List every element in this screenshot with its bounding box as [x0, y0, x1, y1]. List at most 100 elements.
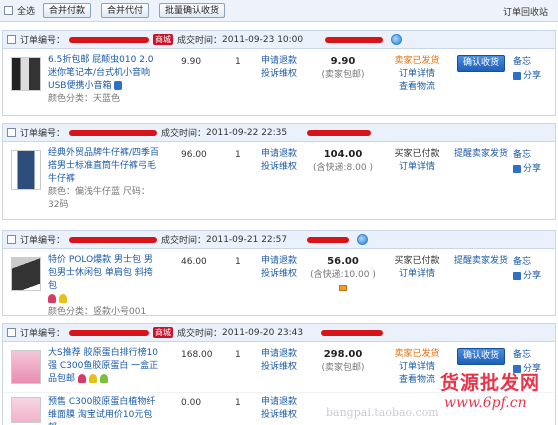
- order-detail-link[interactable]: 订单详情: [387, 361, 447, 374]
- batch-confirm-button[interactable]: 批量确认收货: [159, 3, 226, 18]
- deal-time-label: 成交时间：: [161, 236, 207, 246]
- mall-badge: 商城: [153, 34, 174, 45]
- deal-time: 2011-09-23 10:00: [222, 34, 304, 45]
- order-detail-link[interactable]: 订单详情: [387, 161, 447, 174]
- redaction-mark: [307, 236, 350, 243]
- merge-proxy-pay-button[interactable]: 合并代付: [101, 3, 150, 18]
- deal-time-label: 成交时间：: [161, 129, 207, 139]
- order-checkbox[interactable]: [7, 328, 16, 337]
- shipping-note: (卖家包邮): [321, 70, 365, 80]
- product-thumbnail[interactable]: [11, 397, 41, 423]
- order-no-label: 订单编号：: [20, 36, 66, 46]
- order-card: 订单编号： 商城 成交时间： 2011-09-23 10:00 6.5折包邮 屁…: [2, 30, 556, 116]
- share-link[interactable]: 分享: [513, 69, 541, 83]
- order-total: 298.00: [323, 349, 363, 360]
- order-checkbox[interactable]: [7, 35, 16, 44]
- complain-link[interactable]: 投诉维权: [261, 409, 297, 422]
- order-detail-link[interactable]: 订单详情: [387, 68, 447, 81]
- rating-icon: [99, 374, 108, 383]
- order-header: 订单编号： 商城 成交时间： 2011-09-23 10:00: [3, 31, 555, 49]
- remind-ship-link[interactable]: 提醒卖家发货: [454, 256, 508, 266]
- share-icon: [513, 364, 521, 373]
- order-no-label: 订单编号：: [20, 329, 66, 339]
- wangwang-chat-icon[interactable]: [391, 34, 403, 45]
- order-card: 订单编号： 成交时间： 2011-09-22 22:35 经典外贸品牌牛仔裤/四…: [2, 123, 556, 220]
- remind-ship-link[interactable]: 提醒卖家发货: [454, 149, 508, 159]
- order-total: 56.00: [327, 256, 359, 267]
- unit-price: 46.00: [181, 257, 207, 267]
- complain-link[interactable]: 投诉维权: [261, 161, 297, 174]
- complain-link[interactable]: 投诉维权: [261, 68, 297, 81]
- confirm-receipt-button[interactable]: 确认收货: [456, 348, 505, 365]
- order-item: 预售 C300胶原蛋白植物纤维面膜 淘宝试用价10元包邮 0.00 1 申请退款…: [3, 392, 555, 425]
- memo-link[interactable]: 备忘: [513, 55, 541, 69]
- view-logistics-link[interactable]: 查看物流: [387, 81, 447, 94]
- product-attr: 颜色：偏浅牛仔蓝 尺码：32码: [48, 187, 150, 210]
- redaction-mark: [69, 329, 150, 336]
- redaction-mark: [307, 129, 372, 136]
- order-card: 订单编号： 成交时间： 2011-09-21 22:57 特价 POLO爆款 男…: [2, 230, 556, 317]
- redaction-mark: [69, 36, 150, 43]
- select-all-checkbox[interactable]: [4, 6, 13, 15]
- confirm-receipt-button[interactable]: 确认收货: [456, 55, 505, 72]
- product-thumbnail[interactable]: [11, 350, 41, 384]
- deal-time-label: 成交时间：: [177, 36, 223, 46]
- product-title-link[interactable]: 特价 POLO爆款 男士包 男包男士休闲包 单肩包 斜挎包: [48, 255, 153, 291]
- mall-badge: 商城: [153, 327, 174, 338]
- unit-price: 0.00: [181, 398, 202, 408]
- memo-link[interactable]: 备忘: [513, 255, 541, 269]
- recycle-bin-link[interactable]: 订单回收站: [503, 5, 548, 18]
- refund-link[interactable]: 申请退款: [261, 255, 297, 268]
- share-icon: [513, 164, 521, 173]
- rating-icon: [59, 294, 67, 303]
- order-checkbox[interactable]: [7, 235, 16, 244]
- complain-link[interactable]: 投诉维权: [261, 268, 297, 281]
- share-icon: [513, 271, 521, 280]
- share-link[interactable]: 分享: [513, 269, 541, 283]
- share-link[interactable]: 分享: [513, 162, 541, 176]
- deal-time: 2011-09-20 23:43: [222, 327, 304, 338]
- refund-link[interactable]: 申请退款: [261, 55, 297, 68]
- quantity: 1: [235, 57, 241, 67]
- order-toolbar: 全选 合并付款 合并代付 批量确认收货 订单回收站: [0, 0, 558, 22]
- order-total: 9.90: [330, 56, 356, 67]
- order-header: 订单编号： 成交时间： 2011-09-21 22:57: [3, 231, 555, 249]
- redaction-mark: [69, 236, 158, 243]
- rating-icon: [77, 374, 86, 383]
- payment-card-icon: [339, 284, 347, 291]
- deal-time: 2011-09-22 22:35: [206, 127, 288, 138]
- product-thumbnail[interactable]: [11, 57, 41, 91]
- redaction-mark: [69, 129, 158, 136]
- order-detail-link[interactable]: 订单详情: [387, 268, 447, 281]
- redaction-mark: [321, 329, 384, 336]
- view-logistics-link[interactable]: 查看物流: [387, 374, 447, 387]
- product-attr: 颜色分类：竖款小号001: [48, 307, 147, 317]
- order-header: 订单编号： 商城 成交时间： 2011-09-20 23:43: [3, 324, 555, 342]
- order-status: 卖家已发货: [394, 349, 440, 359]
- select-all-label: 全选: [17, 7, 36, 17]
- refund-link[interactable]: 申请退款: [261, 348, 297, 361]
- order-total: 104.00: [323, 149, 363, 160]
- unit-price: 168.00: [181, 350, 213, 360]
- merge-pay-button[interactable]: 合并付款: [43, 3, 92, 18]
- product-thumbnail[interactable]: [11, 150, 41, 190]
- unit-price: 96.00: [181, 150, 207, 160]
- order-checkbox[interactable]: [7, 128, 16, 137]
- product-title-link[interactable]: 预售 C300胶原蛋白植物纤维面膜 淘宝试用价10元包邮: [48, 397, 155, 425]
- wangwang-chat-icon[interactable]: [357, 234, 369, 245]
- deal-time-label: 成交时间：: [177, 329, 223, 339]
- complain-link[interactable]: 投诉维权: [261, 361, 297, 374]
- refund-link[interactable]: 申请退款: [261, 396, 297, 409]
- rating-icon: [48, 294, 56, 303]
- memo-link[interactable]: 备忘: [513, 148, 541, 162]
- quantity: 1: [235, 150, 241, 160]
- product-title-link[interactable]: 6.5折包邮 屁颠虫010 2.0迷你笔记本/台式机小音响 USB便携小音箱: [48, 55, 154, 91]
- share-link[interactable]: 分享: [513, 362, 541, 376]
- shipping-note: (含快递:8.00 ): [313, 163, 373, 173]
- shipping-note: (含快递:10.00 ): [310, 270, 376, 280]
- product-title-link[interactable]: 经典外贸品牌牛仔裤/四季百搭男士标准直筒牛仔裤弓毛牛仔裤: [48, 148, 159, 184]
- order-no-label: 订单编号：: [20, 129, 66, 139]
- product-thumbnail[interactable]: [11, 257, 41, 291]
- refund-link[interactable]: 申请退款: [261, 148, 297, 161]
- memo-link[interactable]: 备忘: [513, 348, 541, 362]
